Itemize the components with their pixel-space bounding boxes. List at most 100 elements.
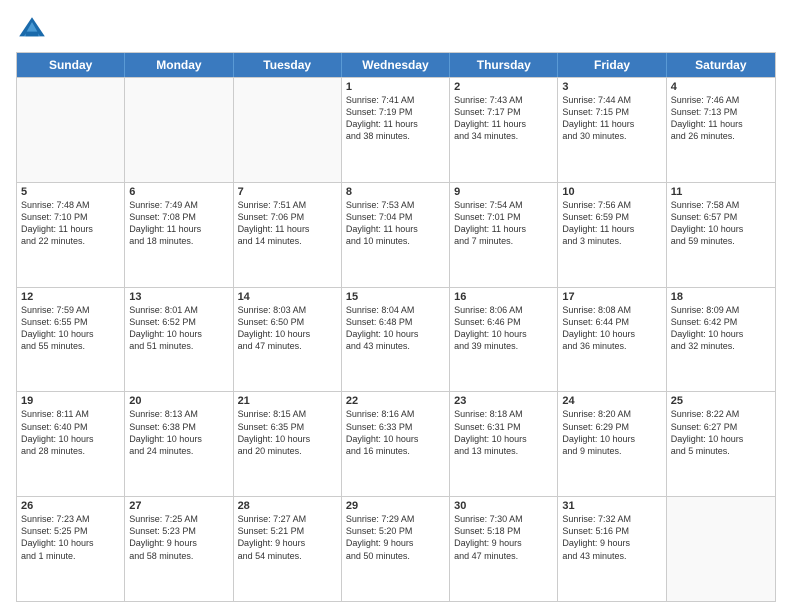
- calendar-cell: 6Sunrise: 7:49 AM Sunset: 7:08 PM Daylig…: [125, 183, 233, 287]
- day-info: Sunrise: 8:11 AM Sunset: 6:40 PM Dayligh…: [21, 408, 120, 457]
- day-number: 16: [454, 291, 553, 303]
- calendar-cell: 17Sunrise: 8:08 AM Sunset: 6:44 PM Dayli…: [558, 288, 666, 392]
- day-number: 17: [562, 291, 661, 303]
- day-number: 4: [671, 81, 771, 93]
- day-info: Sunrise: 7:53 AM Sunset: 7:04 PM Dayligh…: [346, 199, 445, 248]
- logo: [16, 14, 52, 46]
- calendar-cell: 19Sunrise: 8:11 AM Sunset: 6:40 PM Dayli…: [17, 392, 125, 496]
- day-info: Sunrise: 8:08 AM Sunset: 6:44 PM Dayligh…: [562, 304, 661, 353]
- day-info: Sunrise: 7:41 AM Sunset: 7:19 PM Dayligh…: [346, 94, 445, 143]
- calendar-cell: 12Sunrise: 7:59 AM Sunset: 6:55 PM Dayli…: [17, 288, 125, 392]
- calendar-cell: [234, 78, 342, 182]
- header-day-sunday: Sunday: [17, 53, 125, 77]
- day-info: Sunrise: 7:43 AM Sunset: 7:17 PM Dayligh…: [454, 94, 553, 143]
- day-number: 19: [21, 395, 120, 407]
- calendar-cell: [125, 78, 233, 182]
- day-info: Sunrise: 8:06 AM Sunset: 6:46 PM Dayligh…: [454, 304, 553, 353]
- header-day-wednesday: Wednesday: [342, 53, 450, 77]
- day-number: 22: [346, 395, 445, 407]
- calendar-cell: 13Sunrise: 8:01 AM Sunset: 6:52 PM Dayli…: [125, 288, 233, 392]
- calendar-row-4: 26Sunrise: 7:23 AM Sunset: 5:25 PM Dayli…: [17, 496, 775, 601]
- day-number: 31: [562, 500, 661, 512]
- day-info: Sunrise: 7:30 AM Sunset: 5:18 PM Dayligh…: [454, 513, 553, 562]
- day-info: Sunrise: 7:56 AM Sunset: 6:59 PM Dayligh…: [562, 199, 661, 248]
- day-info: Sunrise: 7:23 AM Sunset: 5:25 PM Dayligh…: [21, 513, 120, 562]
- calendar-cell: [17, 78, 125, 182]
- day-number: 9: [454, 186, 553, 198]
- calendar-cell: 30Sunrise: 7:30 AM Sunset: 5:18 PM Dayli…: [450, 497, 558, 601]
- day-number: 3: [562, 81, 661, 93]
- day-number: 20: [129, 395, 228, 407]
- calendar-cell: [667, 497, 775, 601]
- header: [16, 10, 776, 46]
- day-number: 2: [454, 81, 553, 93]
- day-number: 25: [671, 395, 771, 407]
- calendar-row-3: 19Sunrise: 8:11 AM Sunset: 6:40 PM Dayli…: [17, 391, 775, 496]
- calendar-cell: 4Sunrise: 7:46 AM Sunset: 7:13 PM Daylig…: [667, 78, 775, 182]
- header-day-thursday: Thursday: [450, 53, 558, 77]
- day-info: Sunrise: 7:27 AM Sunset: 5:21 PM Dayligh…: [238, 513, 337, 562]
- day-number: 13: [129, 291, 228, 303]
- day-number: 14: [238, 291, 337, 303]
- calendar-body: 1Sunrise: 7:41 AM Sunset: 7:19 PM Daylig…: [17, 77, 775, 601]
- day-number: 8: [346, 186, 445, 198]
- day-number: 6: [129, 186, 228, 198]
- day-info: Sunrise: 7:51 AM Sunset: 7:06 PM Dayligh…: [238, 199, 337, 248]
- calendar-cell: 27Sunrise: 7:25 AM Sunset: 5:23 PM Dayli…: [125, 497, 233, 601]
- calendar-cell: 10Sunrise: 7:56 AM Sunset: 6:59 PM Dayli…: [558, 183, 666, 287]
- logo-icon: [16, 14, 48, 46]
- calendar-cell: 28Sunrise: 7:27 AM Sunset: 5:21 PM Dayli…: [234, 497, 342, 601]
- calendar-cell: 23Sunrise: 8:18 AM Sunset: 6:31 PM Dayli…: [450, 392, 558, 496]
- calendar-cell: 7Sunrise: 7:51 AM Sunset: 7:06 PM Daylig…: [234, 183, 342, 287]
- day-number: 5: [21, 186, 120, 198]
- day-number: 1: [346, 81, 445, 93]
- calendar: SundayMondayTuesdayWednesdayThursdayFrid…: [16, 52, 776, 602]
- calendar-cell: 9Sunrise: 7:54 AM Sunset: 7:01 PM Daylig…: [450, 183, 558, 287]
- day-number: 30: [454, 500, 553, 512]
- day-info: Sunrise: 8:03 AM Sunset: 6:50 PM Dayligh…: [238, 304, 337, 353]
- day-info: Sunrise: 8:09 AM Sunset: 6:42 PM Dayligh…: [671, 304, 771, 353]
- calendar-cell: 24Sunrise: 8:20 AM Sunset: 6:29 PM Dayli…: [558, 392, 666, 496]
- calendar-cell: 29Sunrise: 7:29 AM Sunset: 5:20 PM Dayli…: [342, 497, 450, 601]
- calendar-cell: 14Sunrise: 8:03 AM Sunset: 6:50 PM Dayli…: [234, 288, 342, 392]
- day-number: 23: [454, 395, 553, 407]
- day-info: Sunrise: 7:44 AM Sunset: 7:15 PM Dayligh…: [562, 94, 661, 143]
- calendar-cell: 25Sunrise: 8:22 AM Sunset: 6:27 PM Dayli…: [667, 392, 775, 496]
- page: SundayMondayTuesdayWednesdayThursdayFrid…: [0, 0, 792, 612]
- calendar-header: SundayMondayTuesdayWednesdayThursdayFrid…: [17, 53, 775, 77]
- day-number: 12: [21, 291, 120, 303]
- day-info: Sunrise: 7:48 AM Sunset: 7:10 PM Dayligh…: [21, 199, 120, 248]
- day-info: Sunrise: 7:54 AM Sunset: 7:01 PM Dayligh…: [454, 199, 553, 248]
- calendar-cell: 15Sunrise: 8:04 AM Sunset: 6:48 PM Dayli…: [342, 288, 450, 392]
- day-number: 21: [238, 395, 337, 407]
- day-info: Sunrise: 8:01 AM Sunset: 6:52 PM Dayligh…: [129, 304, 228, 353]
- day-info: Sunrise: 8:22 AM Sunset: 6:27 PM Dayligh…: [671, 408, 771, 457]
- day-number: 11: [671, 186, 771, 198]
- day-info: Sunrise: 7:59 AM Sunset: 6:55 PM Dayligh…: [21, 304, 120, 353]
- day-number: 18: [671, 291, 771, 303]
- header-day-friday: Friday: [558, 53, 666, 77]
- calendar-cell: 1Sunrise: 7:41 AM Sunset: 7:19 PM Daylig…: [342, 78, 450, 182]
- calendar-cell: 8Sunrise: 7:53 AM Sunset: 7:04 PM Daylig…: [342, 183, 450, 287]
- day-info: Sunrise: 7:25 AM Sunset: 5:23 PM Dayligh…: [129, 513, 228, 562]
- day-number: 27: [129, 500, 228, 512]
- day-info: Sunrise: 8:20 AM Sunset: 6:29 PM Dayligh…: [562, 408, 661, 457]
- day-number: 24: [562, 395, 661, 407]
- day-number: 10: [562, 186, 661, 198]
- header-day-saturday: Saturday: [667, 53, 775, 77]
- day-info: Sunrise: 8:13 AM Sunset: 6:38 PM Dayligh…: [129, 408, 228, 457]
- calendar-cell: 11Sunrise: 7:58 AM Sunset: 6:57 PM Dayli…: [667, 183, 775, 287]
- calendar-cell: 5Sunrise: 7:48 AM Sunset: 7:10 PM Daylig…: [17, 183, 125, 287]
- calendar-cell: 22Sunrise: 8:16 AM Sunset: 6:33 PM Dayli…: [342, 392, 450, 496]
- calendar-cell: 16Sunrise: 8:06 AM Sunset: 6:46 PM Dayli…: [450, 288, 558, 392]
- calendar-row-2: 12Sunrise: 7:59 AM Sunset: 6:55 PM Dayli…: [17, 287, 775, 392]
- calendar-cell: 26Sunrise: 7:23 AM Sunset: 5:25 PM Dayli…: [17, 497, 125, 601]
- calendar-row-0: 1Sunrise: 7:41 AM Sunset: 7:19 PM Daylig…: [17, 77, 775, 182]
- day-info: Sunrise: 7:29 AM Sunset: 5:20 PM Dayligh…: [346, 513, 445, 562]
- day-info: Sunrise: 8:18 AM Sunset: 6:31 PM Dayligh…: [454, 408, 553, 457]
- calendar-cell: 3Sunrise: 7:44 AM Sunset: 7:15 PM Daylig…: [558, 78, 666, 182]
- day-info: Sunrise: 7:58 AM Sunset: 6:57 PM Dayligh…: [671, 199, 771, 248]
- day-number: 26: [21, 500, 120, 512]
- header-day-monday: Monday: [125, 53, 233, 77]
- calendar-cell: 21Sunrise: 8:15 AM Sunset: 6:35 PM Dayli…: [234, 392, 342, 496]
